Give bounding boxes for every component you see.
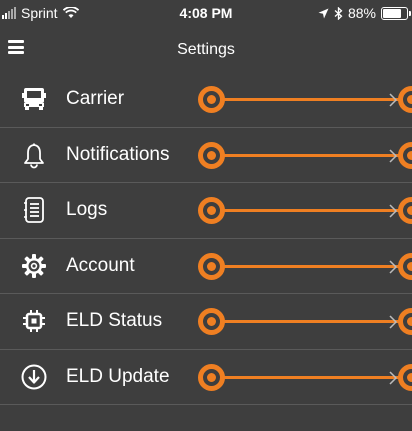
log-list-icon (24, 197, 44, 223)
marker-dot (198, 197, 225, 224)
bell-icon (24, 143, 44, 168)
settings-item-notifications[interactable]: Notifications (0, 128, 412, 183)
connector-line (220, 209, 400, 212)
settings-item-label: Logs (66, 199, 108, 220)
status-right: 88% (318, 5, 411, 21)
marker-dot (198, 308, 225, 335)
connector-line (220, 375, 400, 379)
connector-line (220, 320, 400, 323)
nav-bar: Settings (0, 28, 412, 72)
bluetooth-icon (334, 6, 343, 20)
settings-item-label: ELD Update (66, 365, 170, 387)
download-circle-icon (21, 364, 47, 389)
settings-item-eld-update[interactable]: ELD Update (0, 350, 412, 405)
connector-line (220, 264, 400, 268)
connector-line (220, 153, 400, 157)
connector-line (220, 98, 400, 101)
settings-item-carrier[interactable]: Carrier (0, 72, 412, 128)
status-bar: Sprint 4:08 PM 88% (0, 0, 412, 28)
settings-item-label: Account (66, 254, 135, 276)
page-title: Settings (177, 41, 235, 58)
battery-icon (381, 6, 411, 20)
gear-icon (22, 253, 46, 278)
settings-list: Carrier Notifications Logs Account ELD S… (0, 72, 412, 405)
settings-item-eld-status[interactable]: ELD Status (0, 294, 412, 350)
marker-dot (198, 141, 225, 169)
chip-icon (23, 310, 45, 332)
battery-percent: 88% (347, 5, 376, 21)
marker-dot (198, 86, 225, 113)
marker-dot (198, 252, 225, 280)
settings-item-label: Notifications (66, 143, 170, 165)
location-arrow-icon (318, 8, 329, 18)
settings-item-account[interactable]: Account (0, 239, 412, 294)
settings-item-label: ELD Status (66, 310, 163, 331)
settings-item-logs[interactable]: Logs (0, 183, 412, 239)
settings-item-label: Carrier (66, 88, 125, 109)
truck-icon (22, 88, 46, 110)
marker-dot (198, 363, 225, 391)
